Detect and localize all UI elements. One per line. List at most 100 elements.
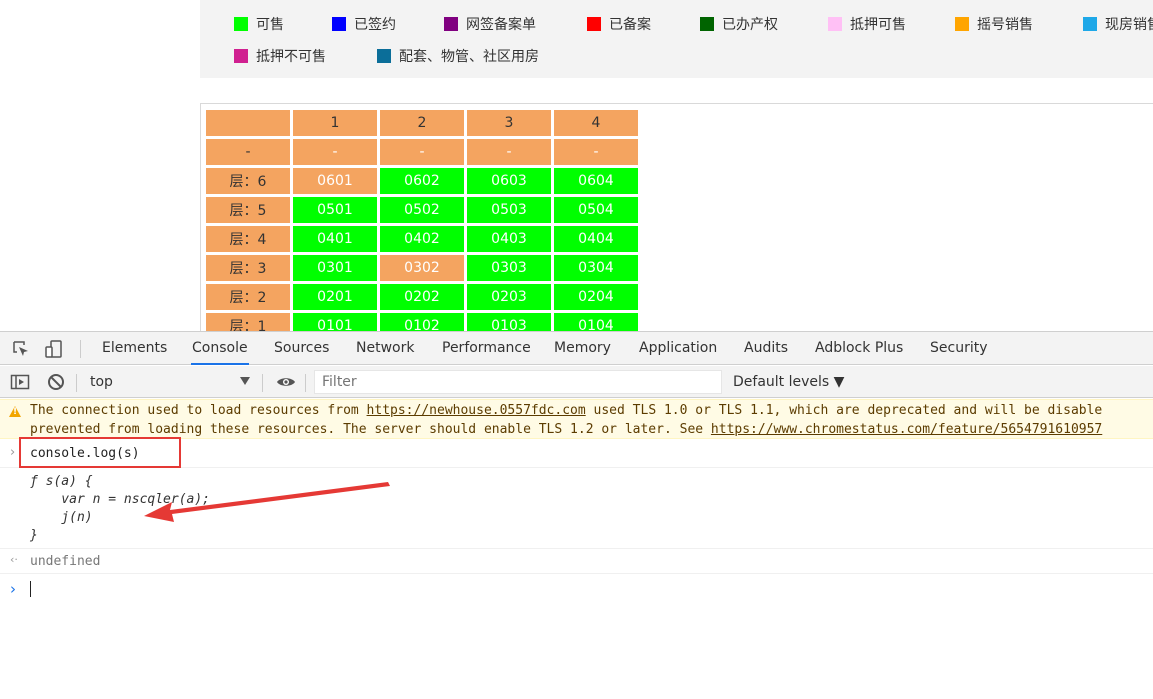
unit-cell[interactable]: 0503 xyxy=(467,197,551,223)
unit-cell[interactable]: 0201 xyxy=(293,284,377,310)
unit-cell[interactable]: 0604 xyxy=(554,168,638,194)
floor-row: 层：3 0301 0302 0303 0304 xyxy=(206,255,638,281)
tls-warning-message: ! The connection used to load resources … xyxy=(0,399,1153,439)
unit-cell[interactable]: 0303 xyxy=(467,255,551,281)
column-subheader: - xyxy=(293,139,377,165)
floor-label: 层：5 xyxy=(206,197,290,223)
legend-swatch xyxy=(332,17,346,31)
floor-row: 层：4 0401 0402 0403 0404 xyxy=(206,226,638,252)
result-arrow-icon: ‹· xyxy=(10,553,18,566)
log-levels-dropdown[interactable]: Default levels ▼ xyxy=(733,366,844,398)
unit-cell[interactable]: 0204 xyxy=(554,284,638,310)
legend-label: 抵押不可售 xyxy=(256,49,326,65)
column-subheader: - xyxy=(380,139,464,165)
legend-swatch xyxy=(377,49,391,63)
sidebar-toggle-icon[interactable] xyxy=(10,372,30,392)
floor-label: 层：1 xyxy=(206,313,290,331)
grid-header-row: 1234 xyxy=(206,110,638,136)
warning-link-2[interactable]: https://www.chromestatus.com/feature/565… xyxy=(711,422,1102,437)
unit-cell[interactable]: 0602 xyxy=(380,168,464,194)
console-result: undefined xyxy=(30,554,101,569)
unit-table: 1 2 3 4- - - - - 层：6 0601 0602 0603 0604 层：5 0501 0502 0… xyxy=(203,107,641,331)
legend-swatch xyxy=(828,17,842,31)
legend-label: 已签约 xyxy=(354,17,396,33)
unit-cell[interactable]: 0403 xyxy=(467,226,551,252)
status-legend: 可售 已签约 网签备案单 已备案 已办产权 抵押可售 摇号销售 现房销售抵押不可售 配套、物管、… xyxy=(200,0,1153,78)
unit-cell[interactable]: 0601 xyxy=(293,168,377,194)
floor-label: 层：3 xyxy=(206,255,290,281)
unit-cell[interactable]: 0301 xyxy=(293,255,377,281)
column-subheader: - xyxy=(554,139,638,165)
legend-swatch xyxy=(955,17,969,31)
tab-sources[interactable]: Sources xyxy=(273,332,330,365)
legend-label: 配套、物管、社区用房 xyxy=(399,49,539,65)
unit-cell[interactable]: 0603 xyxy=(467,168,551,194)
tab-security[interactable]: Security xyxy=(929,332,989,365)
legend-label: 已办产权 xyxy=(722,17,778,33)
unit-cell[interactable]: 0202 xyxy=(380,284,464,310)
input-chevron-icon: › xyxy=(10,445,16,460)
column-header: 1 xyxy=(293,110,377,136)
unit-cell[interactable]: 0302 xyxy=(380,255,464,281)
legend-label: 现房销售 xyxy=(1105,17,1153,33)
live-expression-eye-icon[interactable] xyxy=(276,372,296,392)
column-subheader: - xyxy=(206,139,290,165)
unit-cell[interactable]: 0304 xyxy=(554,255,638,281)
prompt-chevron-icon: › xyxy=(10,580,16,598)
floor-row: 层：1 0101 0102 0103 0104 xyxy=(206,313,638,331)
unit-cell[interactable]: 0504 xyxy=(554,197,638,223)
device-toolbar-icon[interactable] xyxy=(44,339,64,359)
tab-console[interactable]: Console xyxy=(191,332,249,365)
legend-item: 可售 xyxy=(234,14,284,34)
unit-grid: 1 2 3 4- - - - - 层：6 0601 0602 0603 0604 层：5 0501 0502 0… xyxy=(200,103,1153,331)
unit-cell[interactable]: 0203 xyxy=(467,284,551,310)
unit-cell[interactable]: 0402 xyxy=(380,226,464,252)
legend-swatch xyxy=(444,17,458,31)
devtools-tabbar: Elements Console Sources Network Performance… xyxy=(0,332,1153,365)
toolbar-divider xyxy=(305,374,306,392)
tab-elements[interactable]: Elements xyxy=(101,332,168,365)
floor-row: 层：5 0501 0502 0503 0504 xyxy=(206,197,638,223)
legend-swatch xyxy=(234,49,248,63)
unit-cell[interactable]: 0502 xyxy=(380,197,464,223)
toolbar-divider xyxy=(262,374,263,392)
unit-cell[interactable]: 0501 xyxy=(293,197,377,223)
console-result-row: ‹· undefined xyxy=(0,550,1153,574)
console-filter-input[interactable] xyxy=(314,370,722,394)
unit-cell[interactable]: 0101 xyxy=(293,313,377,331)
legend-label: 网签备案单 xyxy=(466,17,536,33)
warning-link-1[interactable]: https://newhouse.0557fdc.com xyxy=(367,403,586,418)
unit-cell[interactable]: 0401 xyxy=(293,226,377,252)
console-prompt-row[interactable]: › xyxy=(0,575,1153,603)
legend-item: 已签约 xyxy=(332,14,396,34)
console-toolbar: top Default levels ▼ xyxy=(0,366,1153,398)
unit-cell[interactable]: 0104 xyxy=(554,313,638,331)
warning-line-1: The connection used to load resources fr… xyxy=(30,403,1103,418)
unit-cell[interactable]: 0102 xyxy=(380,313,464,331)
legend-label: 可售 xyxy=(256,17,284,33)
tabbar-divider xyxy=(80,340,81,358)
unit-cell[interactable]: 0103 xyxy=(467,313,551,331)
legend-item: 配套、物管、社区用房 xyxy=(377,46,539,66)
tab-audits[interactable]: Audits xyxy=(743,332,789,365)
tab-adblock-plus[interactable]: Adblock Plus xyxy=(814,332,904,365)
legend-swatch xyxy=(1083,17,1097,31)
context-selector[interactable]: top xyxy=(90,366,113,398)
floor-label: 层：2 xyxy=(206,284,290,310)
legend-label: 抵押可售 xyxy=(850,17,906,33)
column-subheader: - xyxy=(467,139,551,165)
tab-memory[interactable]: Memory xyxy=(553,332,612,365)
column-header xyxy=(206,110,290,136)
tab-network[interactable]: Network xyxy=(355,332,415,365)
context-dropdown-icon[interactable] xyxy=(240,377,250,385)
inspect-element-icon[interactable] xyxy=(11,339,31,359)
column-header: 2 xyxy=(380,110,464,136)
clear-console-icon[interactable] xyxy=(46,372,66,392)
unit-cell[interactable]: 0404 xyxy=(554,226,638,252)
floor-label: 层：4 xyxy=(206,226,290,252)
legend-item: 摇号销售 xyxy=(955,14,1033,34)
tab-performance[interactable]: Performance xyxy=(441,332,532,365)
text-cursor xyxy=(30,581,31,597)
legend-item: 现房销售 xyxy=(1083,14,1153,34)
tab-application[interactable]: Application xyxy=(638,332,718,365)
